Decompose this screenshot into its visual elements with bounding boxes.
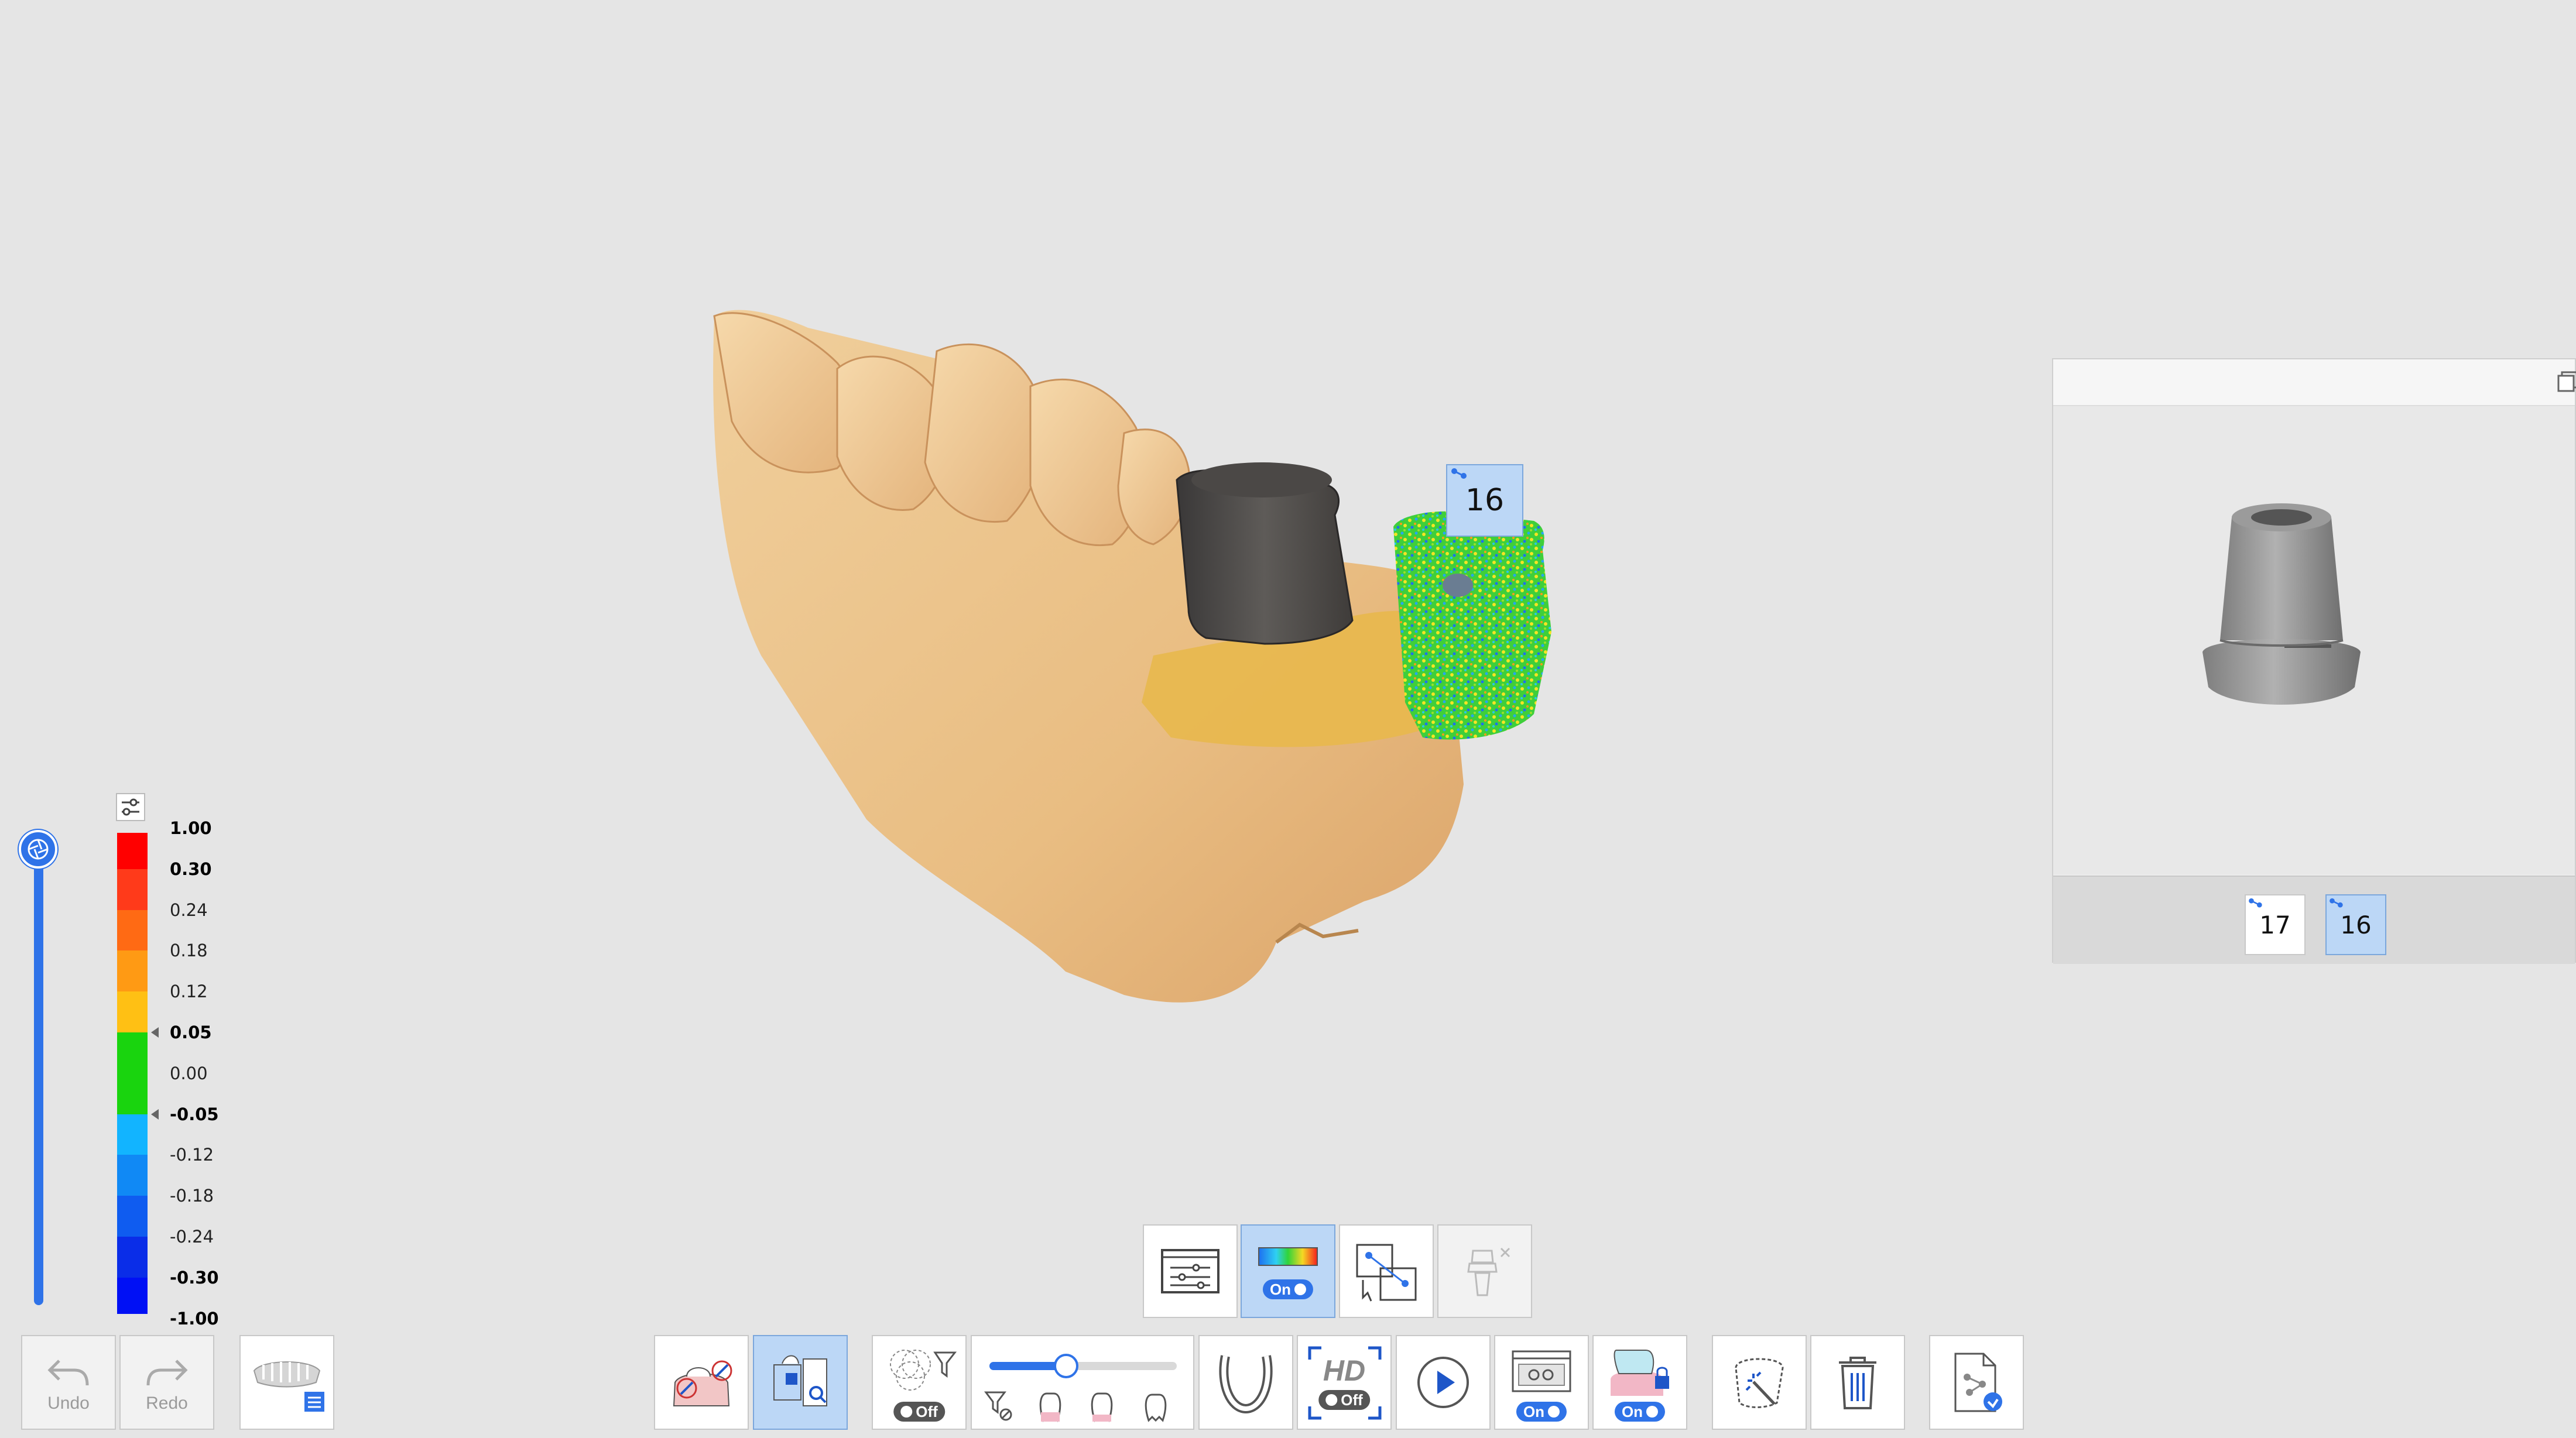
abutment-tool-button[interactable] — [1437, 1224, 1532, 1318]
export-button[interactable] — [1929, 1335, 2024, 1430]
trim-compare-button[interactable] — [654, 1335, 749, 1430]
trash-icon — [1839, 1357, 1876, 1409]
abutment-preview-view[interactable] — [2053, 406, 2575, 874]
implant-marker-icon — [2249, 898, 2262, 908]
scan-inspect-icon — [773, 1355, 827, 1406]
tooth-16-tab[interactable]: 16 — [2325, 894, 2386, 955]
arch-button[interactable] — [1198, 1335, 1293, 1430]
transparency-slider-track[interactable] — [34, 837, 43, 1305]
legend-value: -0.24 — [170, 1227, 214, 1247]
filter-levels-icon — [984, 1391, 1167, 1422]
play-icon — [1417, 1357, 1469, 1408]
transparency-slider-knob[interactable] — [19, 830, 57, 869]
auto-clean-button[interactable] — [1712, 1335, 1807, 1430]
legend-color-band — [117, 833, 148, 869]
compare-trim-icon — [673, 1360, 732, 1406]
filter-level-control[interactable] — [971, 1335, 1194, 1430]
scan-model[interactable] — [691, 293, 1710, 1042]
legend-value: -1.00 — [170, 1308, 219, 1329]
filter-level-knob[interactable] — [1054, 1354, 1078, 1378]
implant-marker-icon — [1451, 468, 1467, 479]
legend-color-band — [117, 950, 148, 992]
redo-label: Redo — [146, 1394, 188, 1413]
legend-range-marker[interactable] — [151, 1027, 159, 1038]
color-map-toggle[interactable]: On — [1241, 1224, 1335, 1318]
legend-value: -0.30 — [170, 1267, 219, 1288]
legend-value: 0.12 — [170, 981, 208, 1002]
overlap-circles-icon — [890, 1350, 957, 1391]
view-option-toggle[interactable]: On — [1494, 1335, 1589, 1430]
implant-marker-icon — [2330, 898, 2343, 908]
legend-value: -0.18 — [170, 1186, 214, 1206]
tooth-17-tab[interactable]: 17 — [2245, 894, 2306, 955]
panel-header — [2053, 359, 2576, 406]
legend-value: -0.05 — [170, 1104, 219, 1124]
legend-value: 1.00 — [170, 818, 212, 838]
settings-panel-icon — [1161, 1249, 1220, 1293]
lock-scan-toggle[interactable]: On — [1592, 1335, 1687, 1430]
dental-arch-list-icon — [253, 1361, 324, 1412]
color-map-icon — [1258, 1247, 1318, 1266]
tooth-number-text: 16 — [1465, 483, 1505, 518]
legend-settings-button[interactable] — [116, 793, 145, 821]
overlap-filter-button[interactable]: Off — [872, 1335, 967, 1430]
view-option-state: On — [1516, 1402, 1567, 1422]
magic-wand-tooth-icon — [1735, 1358, 1784, 1408]
hd-text: HD — [1323, 1354, 1366, 1387]
legend-color-band — [117, 869, 148, 910]
legend-color-band — [117, 1032, 148, 1073]
delete-button[interactable] — [1810, 1335, 1905, 1430]
overlap-state: Off — [893, 1402, 945, 1422]
tooth-lock-icon — [1611, 1350, 1669, 1396]
tooth-number-label[interactable]: 16 — [1446, 464, 1523, 537]
legend-value: 0.18 — [170, 941, 208, 961]
abutment-deviation — [1393, 511, 1551, 740]
color-map-state: On — [1262, 1279, 1314, 1299]
hd-state: Off — [1318, 1390, 1370, 1410]
legend-value: 0.30 — [170, 859, 212, 879]
abutment-3d-model[interactable] — [2185, 494, 2396, 763]
aperture-icon — [28, 839, 49, 860]
tooth-17-label: 17 — [2259, 910, 2291, 939]
redo-button[interactable]: Redo — [119, 1335, 214, 1430]
file-export-icon — [1954, 1353, 2002, 1412]
legend-color-band — [117, 1073, 148, 1114]
undo-label: Undo — [47, 1394, 90, 1413]
abutment-icon — [1467, 1247, 1510, 1296]
legend-value: -0.12 — [170, 1145, 214, 1165]
legend-value: 0.00 — [170, 1063, 208, 1083]
legend-color-band — [117, 1237, 148, 1278]
legend-color-band — [117, 1155, 148, 1196]
abutment-preview-panel: 17 16 — [2052, 358, 2576, 964]
legend-value: 0.05 — [170, 1022, 212, 1042]
view-panel-icon — [1512, 1350, 1571, 1392]
legend-value: 0.24 — [170, 900, 208, 920]
restore-window-icon[interactable] — [2556, 370, 2576, 393]
undo-icon — [47, 1360, 89, 1386]
data-list-button[interactable] — [239, 1335, 334, 1430]
legend-color-band — [117, 1196, 148, 1237]
undo-button[interactable]: Undo — [21, 1335, 116, 1430]
sliders-icon — [122, 798, 139, 816]
hd-mode-button[interactable]: HD Off — [1297, 1335, 1392, 1430]
display-settings-button[interactable] — [1143, 1224, 1238, 1318]
point-pick-icon — [1356, 1244, 1417, 1302]
legend-range-marker[interactable] — [151, 1108, 159, 1120]
play-button[interactable] — [1396, 1335, 1491, 1430]
tooth-16-label: 16 — [2340, 910, 2372, 939]
legend-color-band — [117, 1277, 148, 1314]
legend-color-band — [117, 991, 148, 1032]
redo-icon — [146, 1360, 188, 1386]
legend-color-band — [117, 910, 148, 951]
point-selection-button[interactable] — [1339, 1224, 1434, 1318]
inspection-view-button[interactable] — [753, 1335, 848, 1430]
lock-state: On — [1614, 1402, 1666, 1422]
dental-arch-icon — [1219, 1355, 1273, 1414]
legend-color-band — [117, 1114, 148, 1155]
tooth-crown — [924, 343, 1046, 523]
tooth-selector-bar: 17 16 — [2053, 876, 2575, 964]
